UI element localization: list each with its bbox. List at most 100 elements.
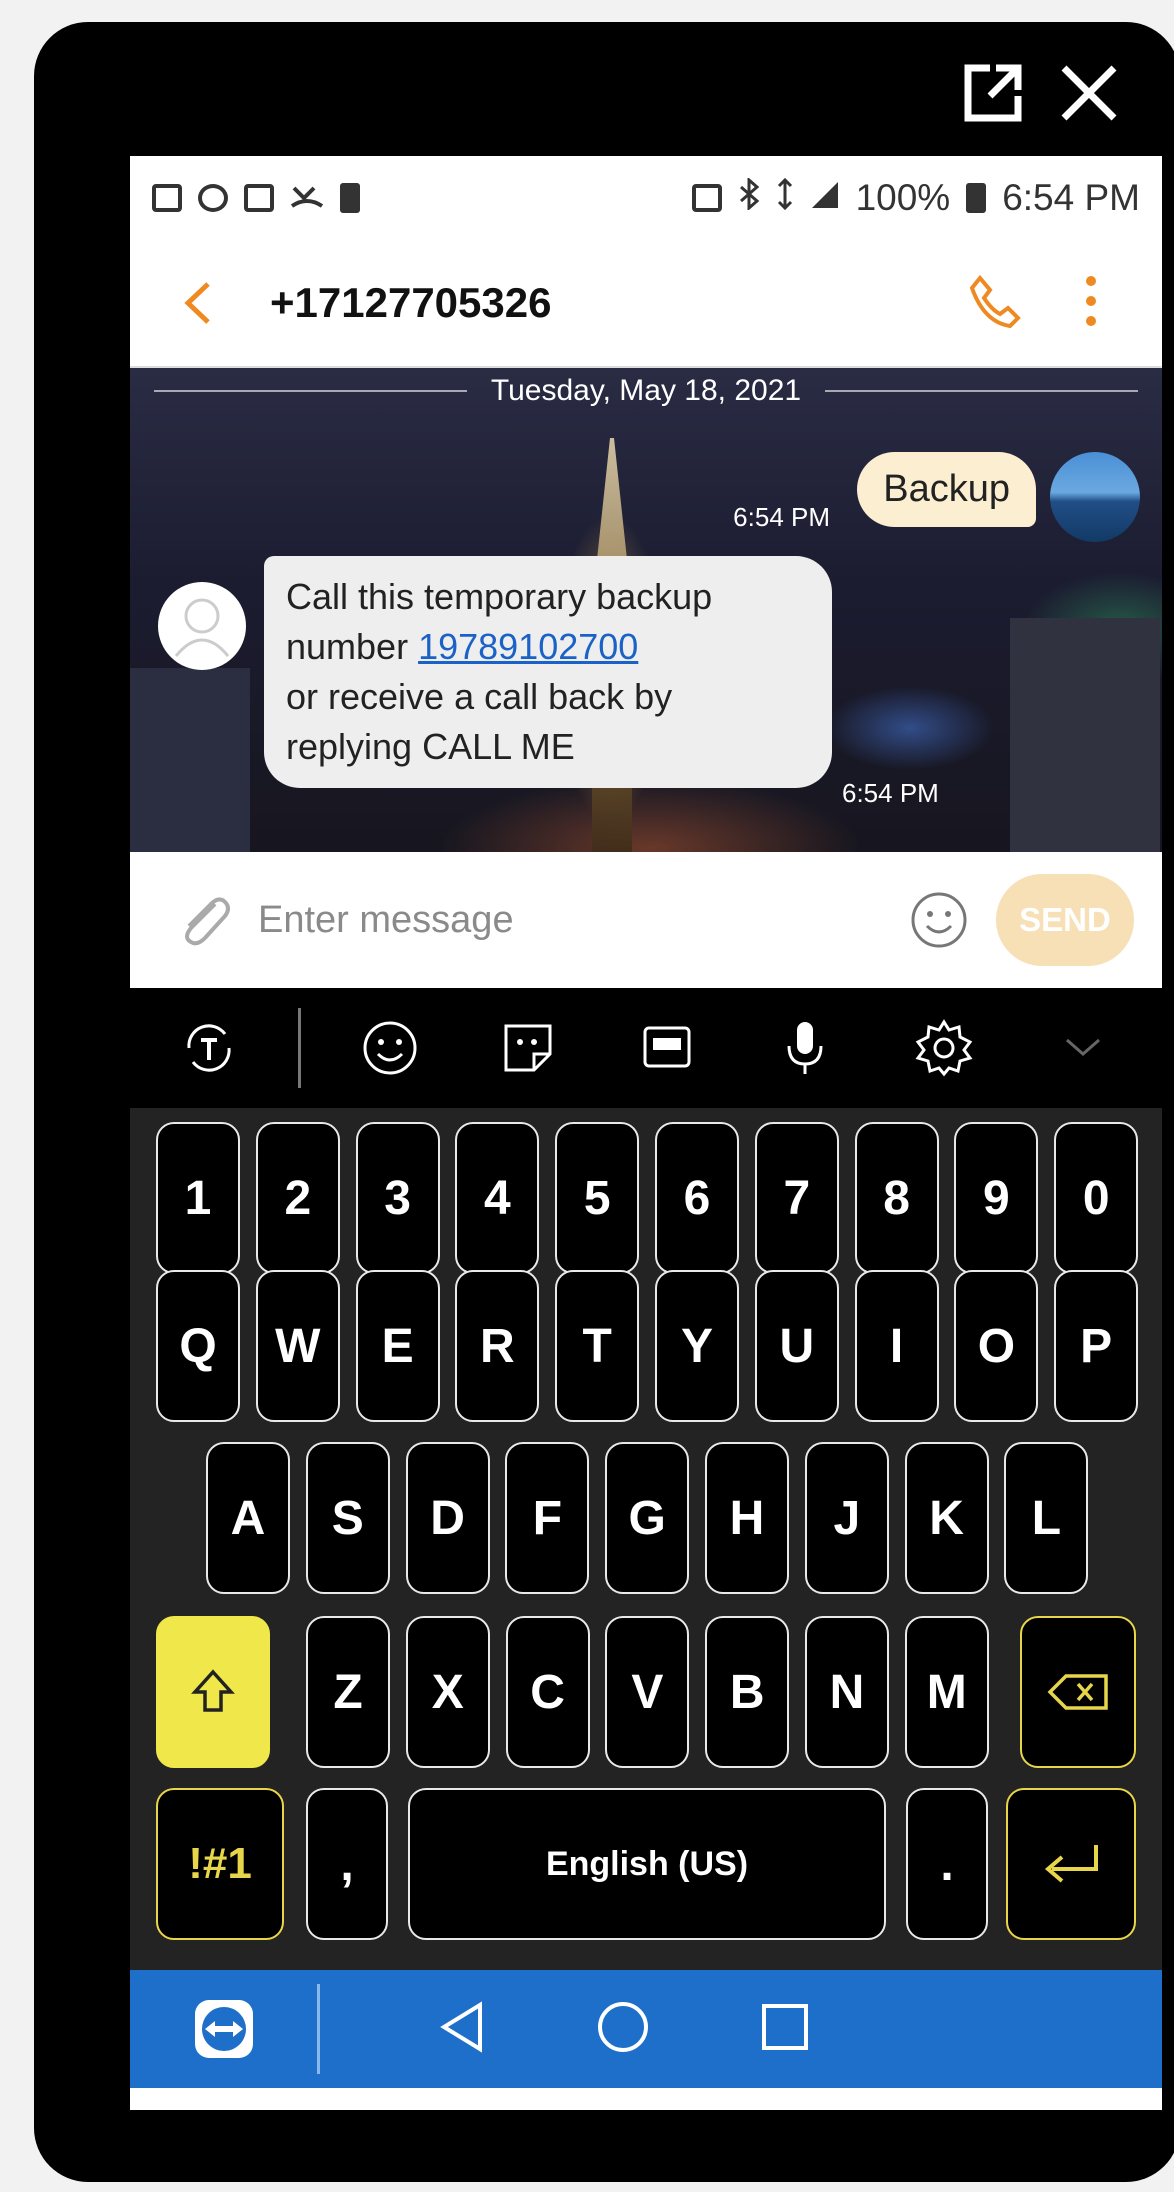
key-f[interactable]: F [505, 1442, 590, 1594]
key-o[interactable]: O [954, 1270, 1039, 1422]
key-t[interactable]: T [555, 1270, 640, 1422]
sticker-button[interactable] [478, 1018, 578, 1078]
comma-key[interactable]: , [306, 1788, 388, 1940]
translate-icon [187, 1024, 231, 1072]
key-7[interactable]: 7 [754, 1122, 839, 1274]
keyboard-toolbar [130, 988, 1162, 1108]
status-notification-icons [152, 177, 360, 219]
key-0[interactable]: 0 [1054, 1122, 1139, 1274]
key-w[interactable]: W [255, 1270, 340, 1422]
shift-key[interactable] [156, 1616, 270, 1768]
keyboard-settings-button[interactable] [894, 1018, 994, 1078]
key-1[interactable]: 1 [156, 1122, 240, 1274]
gif-icon [643, 1026, 691, 1068]
call-button[interactable] [966, 272, 1024, 335]
send-button[interactable]: SEND [996, 874, 1134, 966]
more-options-button[interactable] [1084, 274, 1098, 333]
key-e[interactable]: E [355, 1270, 440, 1422]
key-m[interactable]: M [904, 1616, 989, 1768]
attach-button[interactable] [160, 890, 250, 950]
key-d[interactable]: D [405, 1442, 490, 1594]
key-l[interactable]: L [1004, 1442, 1089, 1594]
key-b[interactable]: B [705, 1616, 790, 1768]
backspace-key[interactable] [1020, 1616, 1136, 1768]
compose-bar: SEND [130, 852, 1162, 988]
voice-input-button[interactable] [755, 1018, 855, 1078]
back-button[interactable] [152, 278, 242, 328]
symbols-key[interactable]: !#1 [156, 1788, 284, 1940]
gear-icon [915, 1019, 973, 1077]
contact-avatar[interactable] [158, 582, 246, 670]
sticker-icon [504, 1024, 552, 1072]
contact-number: +17127705326 [270, 279, 552, 326]
microphone-icon [787, 1022, 823, 1074]
key-6[interactable]: 6 [655, 1122, 739, 1274]
date-label: Tuesday, May 18, 2021 [490, 374, 802, 407]
key-p[interactable]: P [1054, 1270, 1139, 1422]
phone-screen: 100% 6:54 PM +17127705326 Tuesday, May 1… [130, 156, 1162, 2110]
incoming-message-bubble[interactable]: Call this temporary backup number 197891… [264, 556, 832, 788]
key-4[interactable]: 4 [455, 1122, 540, 1274]
translate-button[interactable] [159, 1018, 259, 1078]
key-3[interactable]: 3 [355, 1122, 440, 1274]
key-q[interactable]: Q [156, 1270, 240, 1422]
gif-button[interactable] [617, 1018, 717, 1078]
collapse-toolbar-button[interactable] [1033, 1036, 1133, 1060]
close-icon[interactable] [1058, 62, 1120, 129]
key-g[interactable]: G [605, 1442, 690, 1594]
recents-square-icon [762, 2003, 808, 2050]
background-building [130, 668, 250, 852]
teamviewer-icon [194, 2000, 253, 2058]
bluetooth-icon [738, 176, 760, 219]
key-z[interactable]: Z [306, 1616, 390, 1768]
conversation-area[interactable]: Tuesday, May 18, 2021 Backup 6:54 PM Cal… [130, 368, 1162, 852]
signal-icon [810, 177, 840, 219]
popout-icon[interactable] [962, 62, 1024, 129]
more-vertical-icon [1086, 275, 1096, 326]
phone-number-link[interactable]: 19789102700 [418, 626, 638, 667]
period-key[interactable]: . [906, 1788, 988, 1940]
space-key[interactable]: English (US) [408, 1788, 886, 1940]
nav-recents-button[interactable] [760, 2002, 810, 2057]
user-avatar[interactable] [1050, 452, 1140, 542]
emoji-button[interactable] [904, 890, 974, 950]
key-9[interactable]: 9 [954, 1122, 1039, 1274]
message-line: or receive a call back by [286, 676, 673, 717]
key-x[interactable]: X [405, 1616, 490, 1768]
key-c[interactable]: C [505, 1616, 590, 1768]
message-input[interactable] [258, 898, 904, 942]
key-j[interactable]: J [804, 1442, 889, 1594]
conversation-header: +17127705326 [130, 240, 1162, 368]
shift-arrow-icon [191, 1669, 235, 1712]
keyboard-emoji-button[interactable] [340, 1018, 440, 1078]
key-i[interactable]: I [854, 1270, 939, 1422]
background-building [1010, 618, 1160, 852]
key-s[interactable]: S [305, 1442, 390, 1594]
key-n[interactable]: N [805, 1616, 889, 1768]
outgoing-message-bubble[interactable]: Backup [857, 452, 1036, 527]
key-h[interactable]: H [705, 1442, 789, 1594]
key-u[interactable]: U [754, 1270, 839, 1422]
status-bar: 100% 6:54 PM [130, 156, 1162, 240]
battery-percent: 100% [855, 177, 951, 218]
key-5[interactable]: 5 [555, 1122, 640, 1274]
nav-home-button[interactable] [596, 2000, 650, 2059]
key-r[interactable]: R [455, 1270, 540, 1422]
missed-call-icon [290, 177, 324, 219]
key-y[interactable]: Y [655, 1270, 739, 1422]
key-2[interactable]: 2 [255, 1122, 340, 1274]
incoming-message-time: 6:54 PM [842, 778, 939, 808]
nav-back-button[interactable] [438, 2000, 486, 2058]
key-v[interactable]: V [605, 1616, 690, 1768]
enter-key[interactable] [1006, 1788, 1136, 1940]
battery-saver-icon [340, 183, 360, 213]
battery-icon [966, 183, 987, 213]
key-8[interactable]: 8 [854, 1122, 939, 1274]
chevron-left-icon [184, 282, 210, 324]
key-a[interactable]: A [206, 1442, 290, 1594]
teamviewer-button[interactable] [130, 1984, 320, 2074]
teamviewer-status-icon [244, 184, 274, 212]
paperclip-icon [185, 897, 230, 946]
key-k[interactable]: K [904, 1442, 989, 1594]
cast-icon [691, 184, 722, 212]
